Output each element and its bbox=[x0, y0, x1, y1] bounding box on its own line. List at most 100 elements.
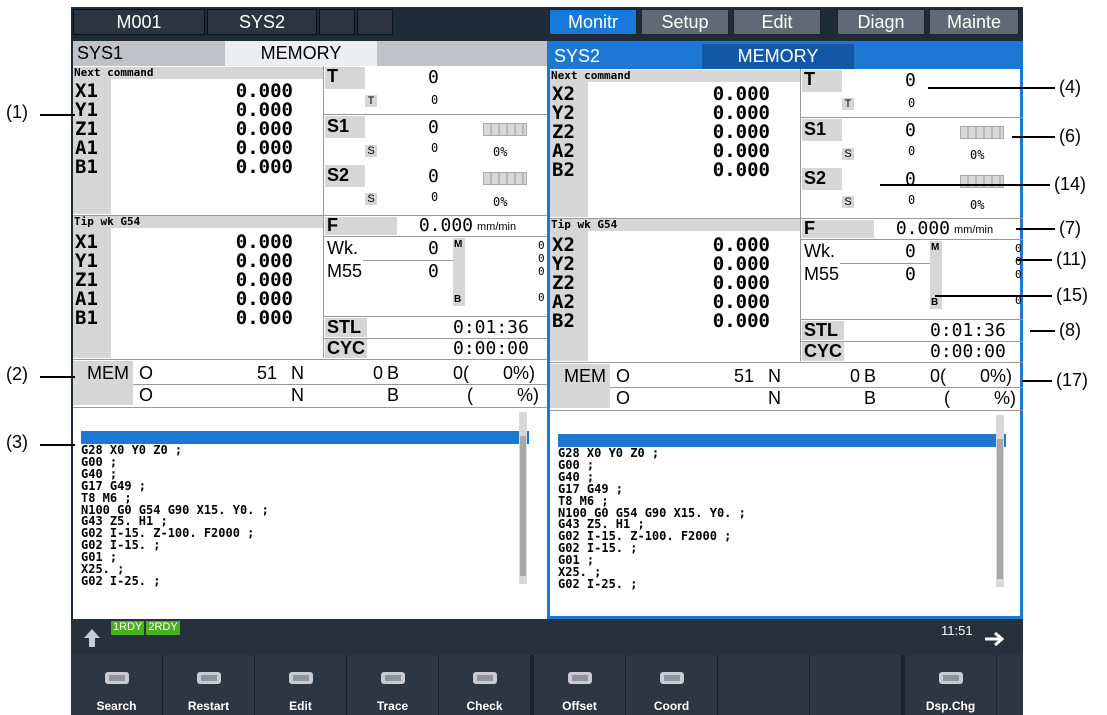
b2-label: B bbox=[387, 385, 400, 405]
s2-percent: 0% bbox=[493, 195, 508, 209]
s2-percent: 0% bbox=[970, 198, 985, 212]
s1-value: 0 bbox=[428, 117, 439, 138]
display-change-icon bbox=[939, 672, 963, 684]
fkey-label: Restart bbox=[187, 699, 230, 713]
t-label: T bbox=[804, 69, 815, 89]
blank-tab-1[interactable] bbox=[319, 9, 355, 35]
t-sub-label: T bbox=[842, 98, 854, 110]
fkey-trace[interactable]: Trace bbox=[347, 655, 439, 715]
fkey-check[interactable]: Check bbox=[439, 655, 531, 715]
function-keys: Search Restart Edit Trace Check Offset Coord Ds… bbox=[71, 655, 1023, 715]
callout-8: (8) bbox=[1059, 320, 1081, 340]
t-value: 0 bbox=[428, 67, 439, 88]
next-command-label: Next command bbox=[551, 69, 631, 82]
callout-arrow bbox=[40, 444, 75, 446]
s1-load-gauge bbox=[960, 126, 1004, 139]
s2-value: 0 bbox=[905, 169, 916, 190]
callout-arrow bbox=[40, 114, 75, 116]
cyc-value: 0:00:00 bbox=[930, 341, 1006, 362]
callout-arrow bbox=[1030, 330, 1055, 332]
fkey-dsp-chg[interactable]: Dsp.Chg bbox=[905, 655, 997, 715]
t-sub-value: 0 bbox=[908, 96, 916, 110]
m-value-1: 0 bbox=[1015, 242, 1022, 255]
feed-label: F bbox=[327, 215, 338, 235]
system-tab[interactable]: SYS2 bbox=[207, 9, 317, 35]
clock: 11:51 bbox=[941, 623, 973, 638]
fkey-blank-7[interactable] bbox=[718, 655, 810, 715]
tab-setup[interactable]: Setup bbox=[641, 9, 729, 35]
fkey-restart[interactable]: Restart bbox=[163, 655, 255, 715]
tip-work-label: Tip wk G54 bbox=[551, 218, 618, 231]
tab-edit[interactable]: Edit bbox=[733, 9, 821, 35]
fkey-offset[interactable]: Offset bbox=[534, 655, 626, 715]
callout-17: (17) bbox=[1056, 370, 1089, 390]
o-value: 51 bbox=[733, 366, 754, 386]
o2-label: O bbox=[616, 388, 631, 408]
tip-work-label: Tip wk G54 bbox=[74, 215, 141, 228]
callout-arrow bbox=[935, 295, 1052, 297]
s1-sub-label: S bbox=[842, 148, 854, 160]
s2-sub-label: S bbox=[842, 196, 854, 208]
blank-tab-2[interactable] bbox=[357, 9, 393, 35]
fkey-coord[interactable]: Coord bbox=[626, 655, 718, 715]
s2-load-gauge bbox=[960, 175, 1004, 188]
right-arrow-icon[interactable] bbox=[983, 631, 1009, 649]
cyc-label: CYC bbox=[804, 341, 843, 361]
panel-header: SYS1 MEMORY bbox=[73, 41, 549, 66]
fkey-search[interactable]: Search bbox=[71, 655, 163, 715]
b-row-label: B bbox=[387, 363, 400, 383]
status-bar: 1RDY 2RDY 11:51 bbox=[71, 619, 1023, 655]
callout-arrow bbox=[40, 376, 75, 378]
b2-percent: %) bbox=[517, 385, 539, 405]
program-scrollbar[interactable] bbox=[519, 412, 527, 584]
tab-edit-label: Edit bbox=[761, 11, 793, 32]
fkey-blank-8[interactable] bbox=[810, 655, 902, 715]
program-text: G28 X0 Y0 Z0 ; G00 ; G40 ; G17 G49 ; T8 … bbox=[558, 446, 746, 591]
program-scrollbar[interactable] bbox=[996, 415, 1004, 587]
cnc-screen: M001 SYS2 Monitr Setup Edit Diagn Mainte… bbox=[71, 7, 1023, 715]
program-view[interactable]: G28 X0 Y0 Z0 ; G00 ; G40 ; G17 G49 ; T8 … bbox=[77, 412, 533, 587]
axis-name: B2 bbox=[552, 310, 575, 332]
ready-indicators: 1RDY 2RDY bbox=[111, 621, 180, 635]
b-label: B bbox=[454, 294, 462, 305]
restart-icon bbox=[197, 672, 221, 684]
stl-value: 0:01:36 bbox=[930, 320, 1006, 341]
operation-mode: MEM bbox=[564, 366, 606, 386]
tab-mainte[interactable]: Mainte bbox=[929, 9, 1019, 35]
m-value-2: 0 bbox=[1015, 255, 1022, 268]
b-row-value: 0( bbox=[453, 363, 470, 383]
wk-value: 0 bbox=[428, 238, 439, 259]
n-label: N bbox=[291, 363, 304, 383]
fkey-edit[interactable]: Edit bbox=[255, 655, 347, 715]
rdy1-badge: 1RDY bbox=[111, 621, 145, 635]
feed-unit: mm/min bbox=[954, 224, 994, 236]
callout-2: (2) bbox=[6, 364, 28, 384]
o2-label: O bbox=[139, 385, 154, 405]
check-icon bbox=[473, 672, 497, 684]
axis-name: B1 bbox=[75, 307, 98, 329]
machine-name-tab[interactable]: M001 bbox=[73, 9, 205, 35]
tab-diagn-label: Diagn bbox=[857, 11, 905, 32]
callout-4: (4) bbox=[1059, 77, 1081, 97]
tab-diagn[interactable]: Diagn bbox=[837, 9, 925, 35]
machine-name: M001 bbox=[116, 11, 162, 32]
s1-percent: 0% bbox=[970, 148, 985, 162]
fkey-label: Edit bbox=[289, 699, 312, 713]
callout-11: (11) bbox=[1056, 249, 1087, 269]
tab-monitor[interactable]: Monitr bbox=[549, 9, 637, 35]
mode-label: MEMORY bbox=[702, 44, 854, 69]
up-arrow-icon[interactable] bbox=[81, 627, 103, 649]
tab-setup-label: Setup bbox=[661, 11, 709, 32]
wk-label: Wk. bbox=[804, 241, 835, 261]
mode-label: MEMORY bbox=[225, 41, 377, 66]
o-value: 51 bbox=[256, 363, 277, 383]
callout-arrow bbox=[928, 87, 1055, 89]
b2-paren: ( bbox=[467, 385, 473, 405]
system-label: SYS1 bbox=[77, 43, 124, 63]
axis-value: 0.000 bbox=[235, 307, 293, 329]
b2-paren: ( bbox=[944, 388, 950, 408]
m-value-3: 0 bbox=[1015, 268, 1022, 281]
program-view[interactable]: G28 X0 Y0 Z0 ; G00 ; G40 ; G17 G49 ; T8 … bbox=[554, 415, 1010, 590]
b-row-value: 0( bbox=[930, 366, 947, 386]
callout-3: (3) bbox=[6, 432, 28, 452]
